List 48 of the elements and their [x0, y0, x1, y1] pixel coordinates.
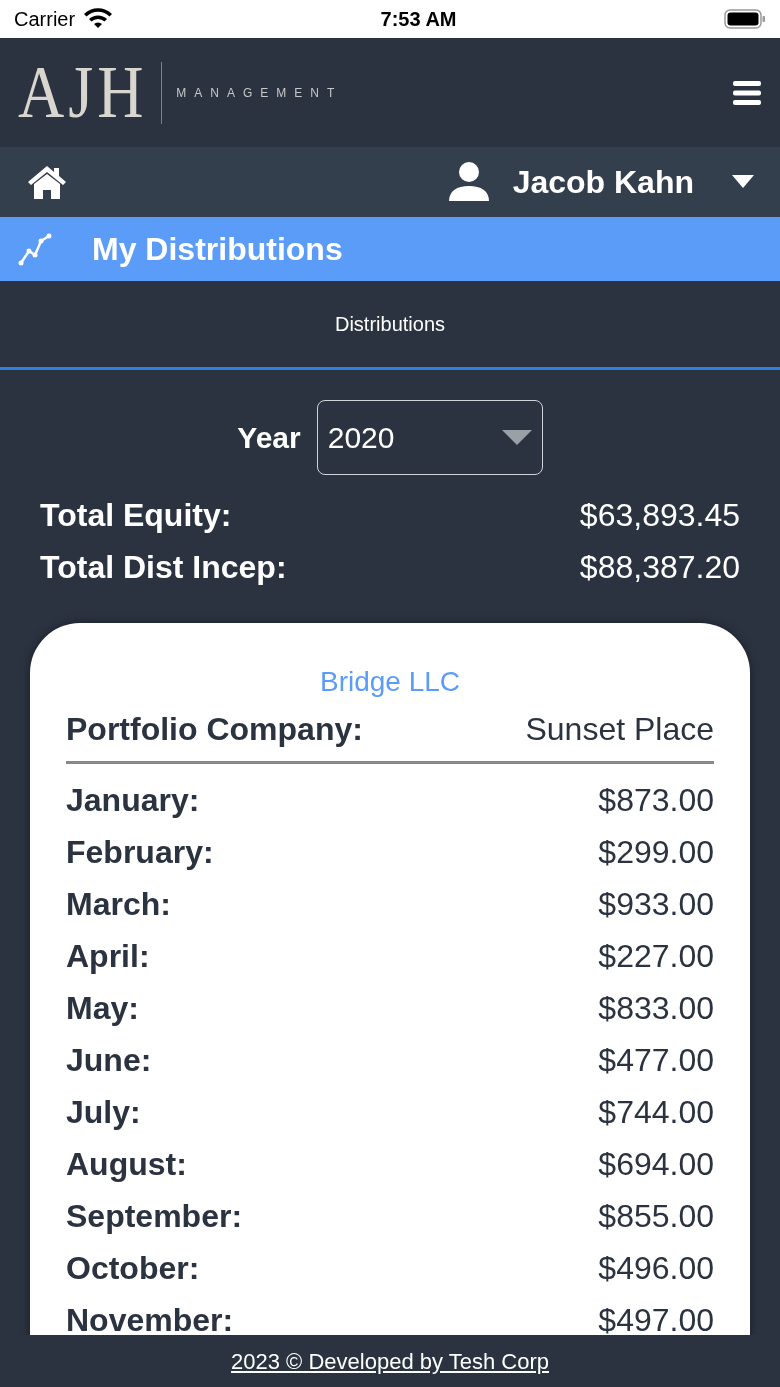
total-value: $88,387.20: [579, 548, 740, 587]
month-amount: $855.00: [598, 1197, 714, 1236]
month-amount: $497.00: [598, 1301, 714, 1335]
page-title: My Distributions: [92, 230, 343, 269]
year-select[interactable]: 2020: [316, 400, 543, 475]
month-amount: $496.00: [598, 1249, 714, 1288]
month-amount: $933.00: [598, 885, 714, 924]
month-label: June:: [66, 1041, 152, 1080]
month-label: September:: [66, 1197, 243, 1236]
user-icon: [446, 161, 491, 203]
month-label: November:: [66, 1301, 234, 1335]
month-label: July:: [66, 1093, 141, 1132]
month-label: February:: [66, 833, 214, 872]
month-label: August:: [66, 1145, 187, 1184]
footer-link[interactable]: 2023 © Developed by Tesh Corp: [231, 1344, 549, 1378]
total-label: Total Dist Incep:: [40, 548, 287, 587]
month-amount: $744.00: [598, 1093, 714, 1132]
logo-wordmark: MANAGEMENT: [176, 84, 343, 102]
month-amount: $694.00: [598, 1145, 714, 1184]
status-time: 7:53 AM: [380, 7, 457, 32]
month-label: October:: [66, 1249, 200, 1288]
year-label: Year: [237, 420, 301, 456]
company-title: Bridge LLC: [318, 665, 462, 699]
month-label: April:: [66, 937, 150, 976]
month-amount: $873.00: [598, 781, 714, 820]
month-label: March:: [66, 885, 171, 924]
total-label: Total Equity:: [40, 496, 232, 535]
logo-initials: AJH: [18, 55, 148, 130]
month-amount: $833.00: [598, 989, 714, 1028]
month-label: May:: [66, 989, 139, 1028]
home-button[interactable]: [26, 164, 68, 200]
tab[interactable]: Distributions: [0, 281, 780, 370]
caret-icon: [501, 429, 532, 446]
wifi-icon: [83, 8, 114, 30]
home-icon: [26, 164, 68, 200]
caret-icon: [732, 175, 754, 189]
chart-line-icon: [18, 232, 52, 266]
month-label: January:: [66, 781, 200, 820]
menu-icon: [732, 79, 762, 106]
month-amount: $299.00: [598, 833, 714, 872]
battery-icon: [724, 8, 766, 30]
carrier-label: Carrier: [14, 7, 76, 32]
company-label: Portfolio Company:: [66, 710, 363, 749]
month-amount: $477.00: [598, 1041, 714, 1080]
month-amount: $227.00: [598, 937, 714, 976]
company-value: Sunset Place: [525, 710, 714, 749]
menu-button[interactable]: [732, 79, 762, 106]
total-value: $63,893.45: [579, 496, 740, 535]
